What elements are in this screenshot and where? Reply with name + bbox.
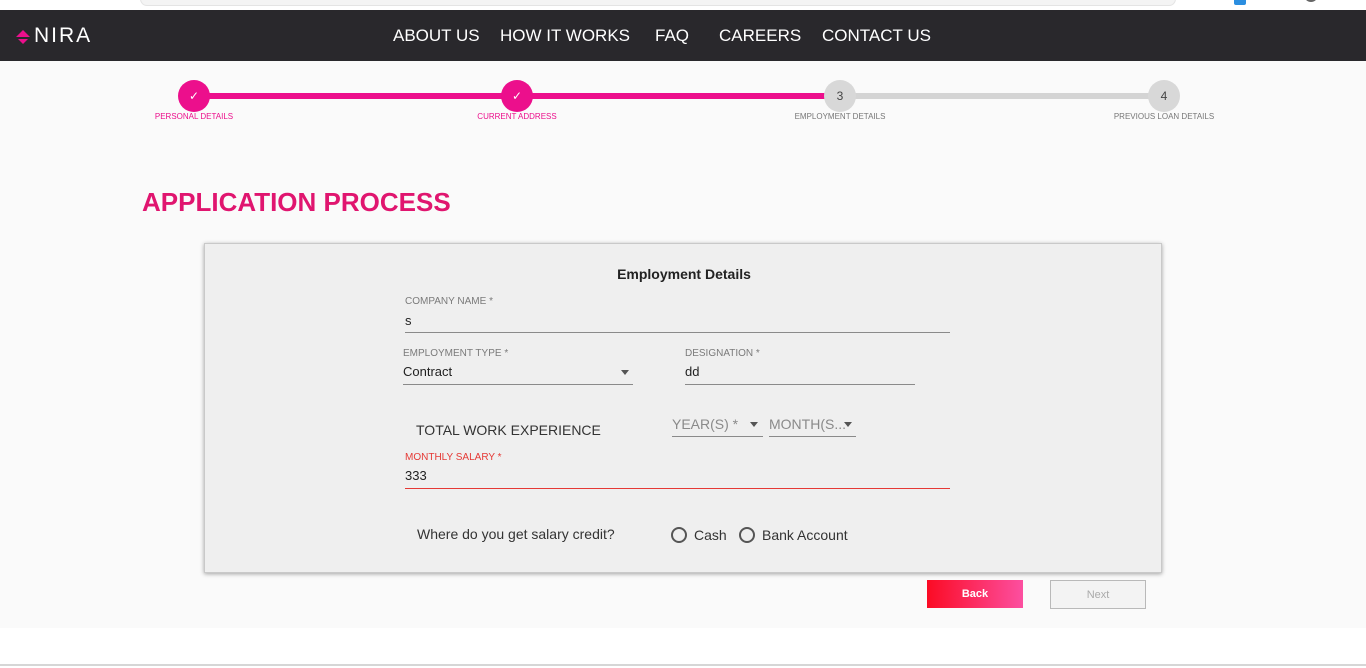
step-3-number[interactable]: 3 xyxy=(824,80,856,112)
nav-careers[interactable]: CAREERS xyxy=(719,26,801,46)
radio-bank-account[interactable] xyxy=(739,527,755,543)
designation-label: DESIGNATION * xyxy=(685,348,760,359)
step-1-check-icon[interactable]: ✓ xyxy=(178,80,210,112)
employment-details-card: Employment Details COMPANY NAME * s EMPL… xyxy=(204,243,1162,573)
employment-type-select[interactable]: Contract xyxy=(403,364,452,379)
company-name-input[interactable]: s xyxy=(405,313,412,328)
monthly-salary-input[interactable]: 333 xyxy=(405,468,427,483)
logo[interactable]: NIRA xyxy=(14,24,93,47)
years-underline xyxy=(672,436,763,437)
radio-cash[interactable] xyxy=(671,527,687,543)
step-3-label: EMPLOYMENT DETAILS xyxy=(794,112,886,121)
nav-faq[interactable]: FAQ xyxy=(655,26,689,46)
months-caret-icon[interactable] xyxy=(844,422,852,427)
radio-bank-account-label[interactable]: Bank Account xyxy=(762,527,848,543)
months-select[interactable]: MONTH(S... xyxy=(769,416,846,432)
employment-type-label: EMPLOYMENT TYPE * xyxy=(403,348,509,359)
back-button[interactable]: Back xyxy=(927,580,1023,608)
monthly-salary-label: MONTHLY SALARY * xyxy=(405,452,502,463)
months-underline xyxy=(769,436,856,437)
stepper-track-pending xyxy=(840,93,1164,99)
form-title: Employment Details xyxy=(617,266,751,282)
company-name-underline xyxy=(405,332,950,333)
browser-address-bar[interactable] xyxy=(140,0,1176,6)
designation-underline xyxy=(685,384,915,385)
logo-text: NIRA xyxy=(34,24,93,47)
page-footer-area xyxy=(0,628,1366,668)
total-work-experience-label: TOTAL WORK EXPERIENCE xyxy=(416,422,601,438)
step-1-label: PERSONAL DETAILS xyxy=(154,112,234,121)
step-2-check-icon[interactable]: ✓ xyxy=(501,80,533,112)
step-4-number[interactable]: 4 xyxy=(1148,80,1180,112)
step-2-label: CURRENT ADDRESS xyxy=(477,112,557,121)
nav-about-us[interactable]: ABOUT US xyxy=(393,26,480,46)
bottom-divider xyxy=(0,664,1366,666)
main-content: ✓ ✓ 3 4 PERSONAL DETAILS CURRENT ADDRESS… xyxy=(0,61,1366,628)
radio-cash-label[interactable]: Cash xyxy=(694,527,727,543)
page-title: APPLICATION PROCESS xyxy=(142,187,451,217)
employment-type-underline xyxy=(403,384,633,385)
designation-input[interactable]: dd xyxy=(685,364,699,379)
stepper-track-complete-1 xyxy=(194,93,517,99)
nav-contact-us[interactable]: CONTACT US xyxy=(822,26,931,46)
years-select[interactable]: YEAR(S) * xyxy=(672,416,738,432)
extension-icon[interactable] xyxy=(1234,0,1246,5)
stepper-track-complete-2 xyxy=(517,93,840,99)
step-4-label: PREVIOUS LOAN DETAILS xyxy=(1113,112,1215,121)
browser-top-strip xyxy=(0,0,1366,10)
company-name-label: COMPANY NAME * xyxy=(405,296,493,307)
logo-diamond-icon xyxy=(14,27,32,45)
next-button[interactable]: Next xyxy=(1050,580,1146,609)
profile-icon[interactable] xyxy=(1304,0,1318,2)
years-caret-icon[interactable] xyxy=(750,422,758,427)
salary-credit-question: Where do you get salary credit? xyxy=(417,526,615,542)
nav-how-it-works[interactable]: HOW IT WORKS xyxy=(500,26,630,46)
monthly-salary-underline xyxy=(405,488,950,489)
employment-type-caret-icon[interactable] xyxy=(621,370,629,375)
top-navbar: NIRA ABOUT US HOW IT WORKS FAQ CAREERS C… xyxy=(0,10,1366,61)
